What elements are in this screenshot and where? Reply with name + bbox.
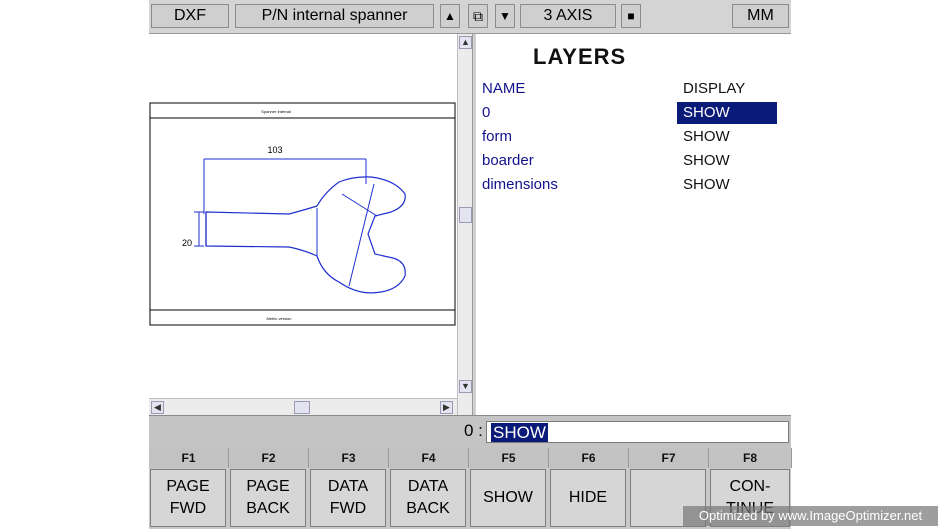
fkey-f5-label: F5 bbox=[469, 448, 549, 468]
fkey-f3: F3 DATA FWD bbox=[309, 448, 389, 529]
fkey-f6-label: F6 bbox=[549, 448, 629, 468]
layers-title: LAYERS bbox=[533, 44, 627, 69]
layer-display-form[interactable]: SHOW bbox=[677, 126, 777, 148]
layer-name-boarder[interactable]: boarder bbox=[482, 152, 534, 169]
layer-name-0[interactable]: 0 bbox=[482, 104, 490, 121]
drawing-footer-text: Metric version bbox=[267, 316, 292, 321]
layer-name-dimensions[interactable]: dimensions bbox=[482, 176, 558, 193]
units-button[interactable]: MM bbox=[732, 4, 789, 28]
horizontal-scroll-thumb[interactable] bbox=[294, 401, 310, 414]
data-back-button[interactable]: DATA BACK bbox=[390, 469, 466, 527]
show-button[interactable]: SHOW bbox=[470, 469, 546, 527]
fkey-f6: F6 HIDE bbox=[549, 448, 629, 529]
fkey-f4-label: F4 bbox=[389, 448, 469, 468]
axis-mode-button[interactable]: 3 AXIS bbox=[520, 4, 616, 28]
value-input[interactable]: SHOW bbox=[486, 421, 789, 443]
page-fwd-button[interactable]: PAGE FWD bbox=[150, 469, 226, 527]
file-type-button[interactable]: DXF bbox=[151, 4, 229, 28]
fkey-f1: F1 PAGE FWD bbox=[149, 448, 229, 529]
fkey-f2: F2 PAGE BACK bbox=[229, 448, 309, 529]
layer-display-dimensions[interactable]: SHOW bbox=[677, 174, 777, 196]
scroll-right-arrow-icon[interactable]: ▶ bbox=[440, 401, 453, 414]
input-label: 0 : bbox=[464, 421, 483, 440]
fkey-f5: F5 SHOW bbox=[469, 448, 549, 529]
layers-display-header: DISPLAY bbox=[683, 80, 746, 97]
cnc-control-window: DXF P/N internal spanner ▲ ⧉ ▼ 3 AXIS ■ … bbox=[149, 0, 792, 529]
vertical-scroll-thumb[interactable] bbox=[459, 207, 472, 223]
dimension-length-label: 103 bbox=[267, 145, 282, 155]
drawing-canvas[interactable]: Spanner Internal Metric version 103 20 bbox=[149, 34, 457, 415]
layers-panel: LAYERS NAME DISPLAY 0 SHOW form SHOW boa… bbox=[476, 34, 791, 415]
scroll-down-icon[interactable]: ▼ bbox=[495, 4, 515, 28]
fkey-f2-label: F2 bbox=[229, 448, 309, 468]
canvas-horizontal-scrollbar[interactable]: ◀ ▶ bbox=[149, 398, 457, 416]
scroll-up-icon[interactable]: ▲ bbox=[440, 4, 460, 28]
layer-display-boarder[interactable]: SHOW bbox=[677, 150, 777, 172]
watermark: Optimized by www.ImageOptimizer.net bbox=[683, 506, 938, 526]
page-back-button[interactable]: PAGE BACK bbox=[230, 469, 306, 527]
scroll-left-arrow-icon[interactable]: ◀ bbox=[151, 401, 164, 414]
part-name-display: P/N internal spanner bbox=[235, 4, 434, 28]
fkey-f1-label: F1 bbox=[149, 448, 229, 468]
hide-button[interactable]: HIDE bbox=[550, 469, 626, 527]
layers-name-header: NAME bbox=[482, 80, 526, 97]
fkey-f7-label: F7 bbox=[629, 448, 709, 468]
fkey-f3-label: F3 bbox=[309, 448, 389, 468]
top-toolbar: DXF P/N internal spanner ▲ ⧉ ▼ 3 AXIS ■ … bbox=[149, 0, 791, 34]
canvas-vertical-scrollbar[interactable]: ▲ ▼ bbox=[457, 34, 473, 415]
fkey-f8-label: F8 bbox=[709, 448, 792, 468]
view-window-icon[interactable]: ⧉ bbox=[468, 4, 488, 28]
scroll-down-arrow-icon[interactable]: ▼ bbox=[459, 380, 472, 393]
fkey-f4: F4 DATA BACK bbox=[389, 448, 469, 529]
dimension-width-label: 20 bbox=[182, 238, 192, 248]
data-fwd-button[interactable]: DATA FWD bbox=[310, 469, 386, 527]
layer-name-form[interactable]: form bbox=[482, 128, 512, 145]
drawing-header-text: Spanner Internal bbox=[261, 109, 291, 114]
spanner-drawing: Spanner Internal Metric version 103 20 bbox=[149, 102, 456, 326]
layer-display-0[interactable]: SHOW bbox=[677, 102, 777, 124]
stop-icon[interactable]: ■ bbox=[621, 4, 641, 28]
input-value: SHOW bbox=[491, 423, 548, 442]
input-row: 0 : SHOW bbox=[149, 415, 791, 449]
scroll-up-arrow-icon[interactable]: ▲ bbox=[459, 36, 472, 49]
